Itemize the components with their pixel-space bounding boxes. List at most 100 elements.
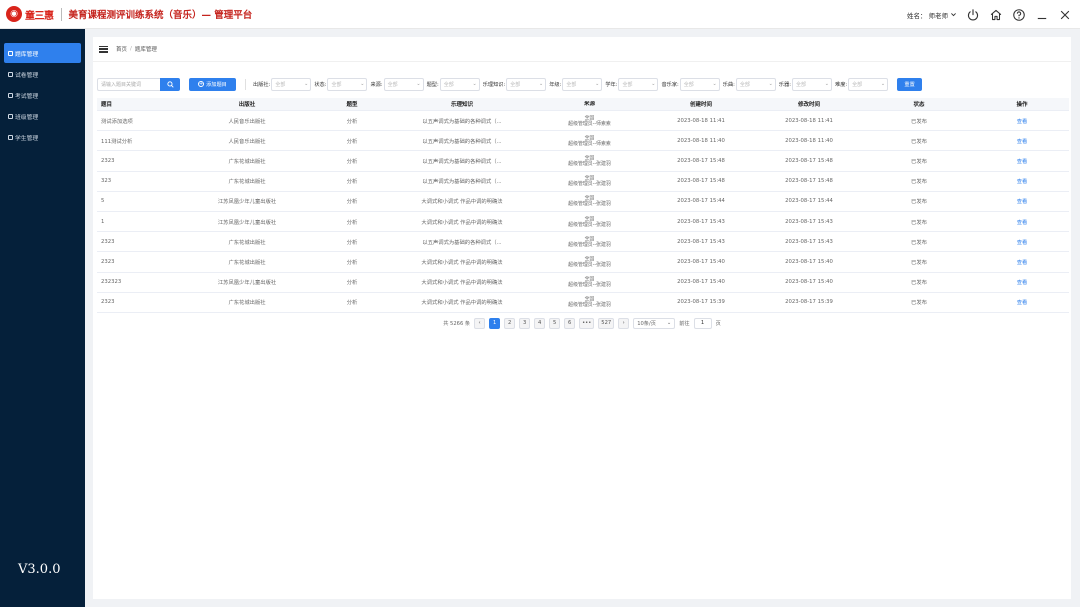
add-question-button[interactable]: + 添加题目	[189, 77, 236, 91]
filter-select[interactable]: 全部 ⌄	[618, 77, 659, 91]
more-pages-button[interactable]: •••	[579, 317, 595, 329]
menu-toggle-icon[interactable]	[99, 45, 108, 53]
cell-modified: 2023-08-18 11:40	[785, 137, 833, 144]
user-menu[interactable]: 姓名： 师老师	[907, 10, 957, 20]
cell-status: 已发布	[911, 219, 927, 226]
class-icon	[8, 113, 13, 119]
prev-page-button[interactable]: ‹	[474, 317, 486, 329]
filter-select[interactable]: 全部 ⌄	[562, 77, 603, 91]
view-link[interactable]: 查看	[975, 218, 1069, 226]
table-body: 测试添加选项 人民音乐出版社 分析 以五声调式为基础的各种调式（... 全国 超级管理员-…	[97, 111, 1069, 313]
chevron-down-icon: ⌄	[651, 81, 656, 87]
cell-knowledge: 以五声调式为基础的各种调式（...	[422, 179, 502, 186]
pagination: 共 5266 条 ‹ 1 2 3 4 5 6 ••• 527 › 10条/页 ⌄ …	[93, 317, 1071, 329]
view-link[interactable]: 查看	[975, 278, 1069, 286]
page-size-select[interactable]: 10条/页 ⌄	[633, 317, 676, 329]
view-link[interactable]: 查看	[975, 298, 1069, 306]
goto-label: 前往	[679, 320, 690, 327]
cell-publisher: 江苏凤凰少年儿童出版社	[217, 219, 277, 226]
cell-modified: 2023-08-17 15:48	[785, 178, 833, 185]
filter-value: 全部	[622, 81, 633, 88]
sidebar-item-label: 试卷管理	[15, 72, 39, 79]
source-line: 超级管理员--张建羽	[568, 241, 611, 248]
help-icon[interactable]	[1012, 8, 1026, 22]
sidebar-item-question-bank[interactable]: 题库管理	[4, 43, 81, 63]
page-button[interactable]: 4	[534, 317, 546, 329]
filter-value: 全部	[683, 81, 694, 88]
cell-source: 全国 超级管理员--师索索	[532, 135, 647, 147]
power-icon[interactable]	[966, 8, 980, 22]
column-header: 出版社	[238, 102, 256, 108]
view-link[interactable]: 查看	[975, 238, 1069, 246]
breadcrumb-bar: 首页 / 题库管理	[93, 37, 1071, 62]
page-button[interactable]: 5	[549, 317, 561, 329]
app-title: 美育课程测评训练系统（音乐）— 管理平台	[68, 10, 253, 21]
source-line: 超级管理员--师索索	[568, 140, 611, 147]
view-link[interactable]: 查看	[975, 117, 1069, 125]
exam-icon	[8, 92, 13, 98]
chevron-down-icon: ⌄	[768, 81, 773, 87]
filter-select[interactable]: 全部 ⌄	[792, 77, 832, 91]
sidebar-item-classes[interactable]: 班级管理	[4, 106, 81, 126]
cell-title: 323	[101, 178, 112, 185]
sidebar: 题库管理 试卷管理 考试管理 班级管理 学生管理 V3.0.0	[0, 29, 85, 607]
filter-select[interactable]: 全部 ⌄	[506, 77, 547, 91]
cell-status: 已发布	[911, 239, 927, 246]
filter-label: 乐曲:	[722, 81, 735, 88]
cell-modified: 2023-08-17 15:39	[785, 299, 833, 306]
filter-select[interactable]: 全部 ⌄	[327, 77, 368, 91]
logo-mark-icon: ◉	[6, 6, 22, 22]
filter-select[interactable]: 全部 ⌄	[679, 77, 720, 91]
cell-status: 已发布	[911, 259, 927, 266]
page-button[interactable]: 1	[489, 317, 501, 329]
breadcrumb-home[interactable]: 首页	[116, 45, 127, 53]
next-page-button[interactable]: ›	[618, 317, 630, 329]
cell-publisher: 广东花城出版社	[228, 259, 266, 266]
view-link[interactable]: 查看	[975, 197, 1069, 205]
cell-modified: 2023-08-17 15:40	[785, 258, 833, 265]
filter-label: 年级:	[549, 81, 562, 88]
column-header: 来源	[583, 101, 595, 107]
sidebar-item-label: 题库管理	[15, 51, 39, 58]
filter-select[interactable]: 全部 ⌄	[735, 77, 776, 91]
filter-source: 来源: 全部 ⌄	[370, 77, 424, 91]
close-icon[interactable]	[1058, 8, 1072, 22]
page-button[interactable]: 6	[564, 317, 576, 329]
top-right-actions: 姓名： 师老师	[907, 0, 1072, 29]
view-link[interactable]: 查看	[975, 137, 1069, 145]
cell-status: 已发布	[911, 300, 927, 307]
logo: ◉ 童三惠	[6, 6, 54, 22]
cell-title: 2323	[101, 157, 115, 164]
view-link[interactable]: 查看	[975, 157, 1069, 165]
cell-title: 2323	[101, 258, 115, 265]
user-icon	[8, 134, 13, 140]
view-link[interactable]: 查看	[975, 177, 1069, 185]
reset-button[interactable]: 重置	[897, 77, 923, 91]
filter-select[interactable]: 全部 ⌄	[383, 77, 424, 91]
cell-publisher: 江苏凤凰少年儿童出版社	[217, 199, 277, 206]
sidebar-item-students[interactable]: 学生管理	[4, 127, 81, 147]
filter-select[interactable]: 全部 ⌄	[271, 77, 312, 91]
sidebar-item-exams[interactable]: 考试管理	[4, 85, 81, 105]
page-button[interactable]: 2	[504, 317, 516, 329]
page-button[interactable]: 527	[598, 317, 615, 329]
chevron-left-icon: ‹	[478, 320, 481, 326]
search-button[interactable]	[160, 77, 180, 91]
minimize-icon[interactable]	[1035, 8, 1049, 22]
view-link[interactable]: 查看	[975, 258, 1069, 266]
cell-modified: 2023-08-17 15:44	[785, 198, 833, 205]
cell-publisher: 人民音乐出版社	[228, 118, 266, 125]
filter-select[interactable]: 全部 ⌄	[848, 77, 889, 91]
goto-page-input[interactable]: 1	[693, 317, 712, 329]
filter-select[interactable]: 全部 ⌄	[439, 77, 480, 91]
filter-value: 全部	[566, 81, 577, 88]
home-icon[interactable]	[989, 8, 1003, 22]
cell-type: 分析	[346, 179, 358, 186]
filter-label: 学年:	[605, 81, 618, 88]
sidebar-item-papers[interactable]: 试卷管理	[4, 64, 81, 84]
cell-created: 2023-08-17 15:44	[677, 198, 725, 205]
cell-modified: 2023-08-17 15:43	[785, 238, 833, 245]
page-button[interactable]: 3	[519, 317, 531, 329]
search-input[interactable]: 请输入题目关键词	[97, 77, 160, 91]
cell-knowledge: 以五声调式为基础的各种调式（...	[422, 158, 502, 165]
